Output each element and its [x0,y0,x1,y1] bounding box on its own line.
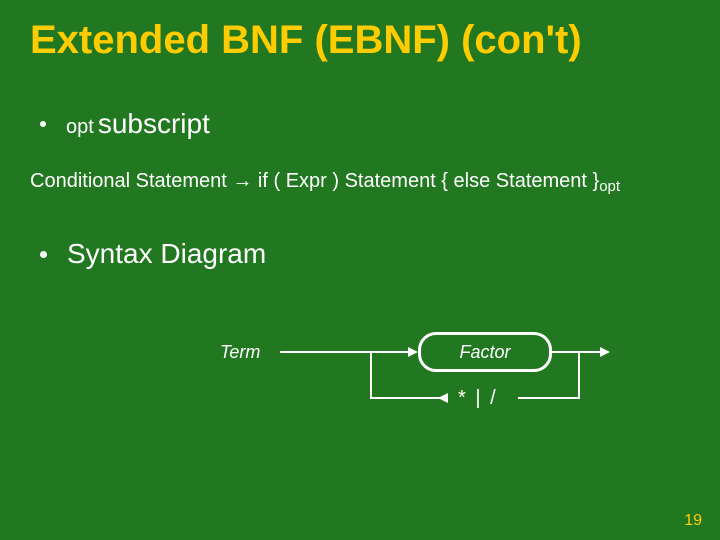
term-label: Term [220,342,260,363]
page-number: 19 [684,512,702,530]
rule-arrow: → [232,170,252,192]
rail-line [370,351,372,399]
opt-subscript-label: opt [66,116,94,139]
subscript-word: subscript [98,108,210,140]
arrow-right-icon [408,347,418,357]
rail-line [518,397,580,399]
syntax-diagram: Term Factor * | / [220,332,620,442]
arrow-right-icon [600,347,610,357]
rule-rhs: if ( Expr ) Statement { else Statement } [258,170,599,192]
syntax-diagram-label: Syntax Diagram [67,238,266,270]
rail-line [370,397,448,399]
factor-node: Factor [418,332,552,372]
rail-line [578,351,580,399]
grammar-rule: Conditional Statement → if ( Expr ) Stat… [30,170,620,193]
bullet-dot-icon [40,251,47,258]
slide-title: Extended BNF (EBNF) (con't) [30,18,582,63]
rule-opt-subscript: opt [599,178,620,195]
bullet-syntax-diagram: Syntax Diagram [40,238,266,270]
rail-line [280,351,408,353]
rule-lhs: Conditional Statement [30,170,227,192]
operator-choice: * | / [458,387,498,410]
arrow-left-icon [438,393,448,403]
bullet-dot-icon [40,121,46,127]
bullet-opt-subscript: opt subscript [40,108,210,140]
rail-line [552,351,602,353]
